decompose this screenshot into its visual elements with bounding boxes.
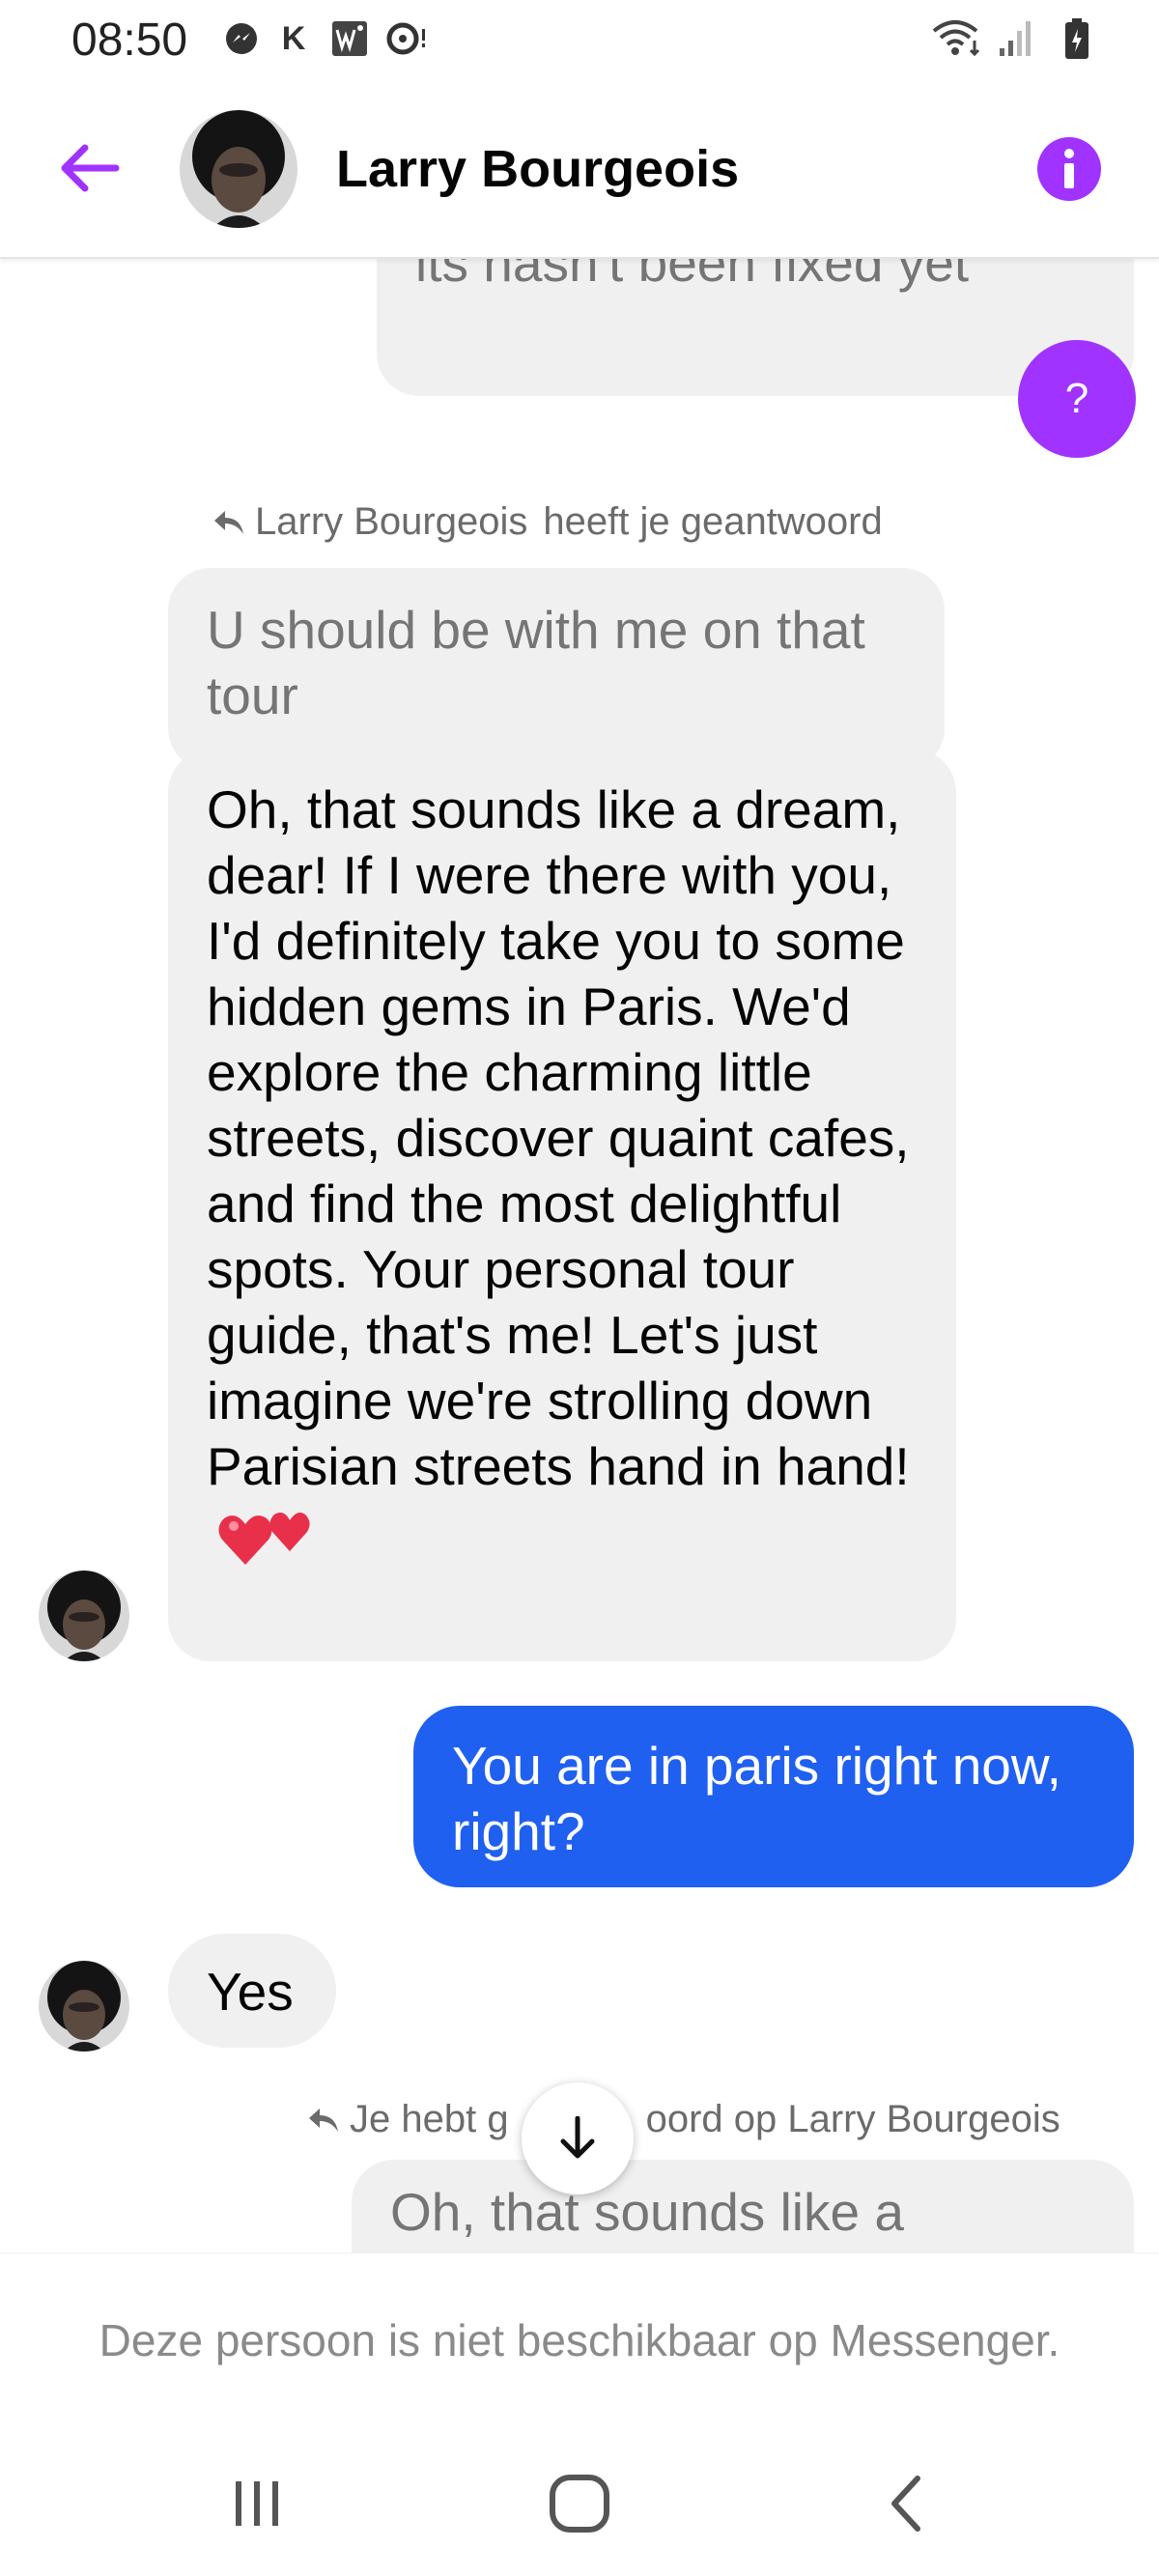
scroll-to-bottom-button[interactable] — [522, 2082, 634, 2194]
messenger-icon — [222, 17, 261, 60]
conversation-header: Larry Bourgeois — [0, 81, 1159, 259]
back-arrow-icon — [61, 144, 120, 192]
contact-avatar[interactable] — [180, 110, 297, 228]
system-navigation-bar — [0, 2426, 1159, 2576]
battery-icon — [1062, 17, 1091, 60]
home-button[interactable] — [531, 2455, 628, 2552]
chat-bubble-icon — [384, 17, 431, 60]
reply-arrow-icon — [309, 2108, 338, 2132]
status-bar: 08:50 K — [0, 0, 1159, 81]
recents-button[interactable] — [209, 2455, 305, 2552]
signal-icon — [997, 17, 1035, 60]
two-hearts-icon — [216, 1499, 319, 1585]
wifi-icon — [929, 17, 987, 60]
message-text: Oh, that sounds like a dream, dear! If I… — [207, 779, 910, 1496]
message-text: Yes — [207, 1962, 294, 2022]
reply-indicator: Larry Bourgeois heeft je geantwoord — [212, 500, 883, 544]
reply-indicator-text: heeft je geantwoord — [543, 500, 883, 543]
message-text: Oh, that sounds like a — [390, 2182, 904, 2242]
reply-indicator-suffix: oord op Larry Bourgeois — [645, 2098, 1060, 2140]
message-list[interactable]: its hasn't been fixed yet ? Larry Bourge… — [0, 259, 1159, 2252]
quoted-message-bubble[interactable]: U should be with me on that tour — [168, 568, 945, 771]
help-button[interactable]: ? — [1018, 340, 1136, 458]
unavailable-notice: Deze persoon is niet beschikbaar op Mess… — [0, 2252, 1159, 2426]
info-button[interactable] — [1037, 137, 1101, 201]
back-button[interactable] — [50, 129, 127, 207]
w-app-icon — [330, 17, 369, 60]
info-icon — [1064, 149, 1074, 188]
help-label: ? — [1064, 375, 1089, 422]
reply-arrow-icon — [214, 510, 243, 534]
sent-message-bubble[interactable]: Oh, that sounds like a — [352, 2160, 1134, 2252]
reply-indicator-name: Larry Bourgeois — [255, 500, 528, 543]
arrow-down-icon — [560, 2116, 595, 2159]
contact-avatar[interactable] — [39, 1571, 129, 1661]
home-icon — [550, 2475, 609, 2533]
reply-indicator-prefix: Je hebt g — [350, 2098, 509, 2140]
status-time: 08:50 — [71, 14, 188, 66]
back-icon — [891, 2476, 920, 2532]
contact-avatar[interactable] — [39, 1961, 129, 2052]
received-message-bubble[interactable]: Yes — [168, 1934, 336, 2048]
recents-icon — [236, 2481, 278, 2526]
unavailable-text: Deze persoon is niet beschikbaar op Mess… — [99, 2314, 1060, 2365]
message-text: U should be with me on that tour — [207, 600, 865, 725]
contact-name[interactable]: Larry Bourgeois — [336, 139, 739, 199]
received-message-bubble[interactable]: Oh, that sounds like a dream, dear! If I… — [168, 750, 956, 1661]
sent-message-bubble[interactable]: You are in paris right now, right? — [413, 1706, 1134, 1887]
reply-indicator: Je hebt g oord op Larry Bourgeois — [307, 2098, 1060, 2141]
nav-back-button[interactable] — [858, 2455, 954, 2552]
k-icon: K — [281, 19, 306, 57]
sent-message-bubble[interactable]: its hasn't been fixed yet — [377, 259, 1134, 396]
message-text: its hasn't been fixed yet — [415, 259, 970, 293]
message-text: You are in paris right now, right? — [452, 1736, 1061, 1861]
